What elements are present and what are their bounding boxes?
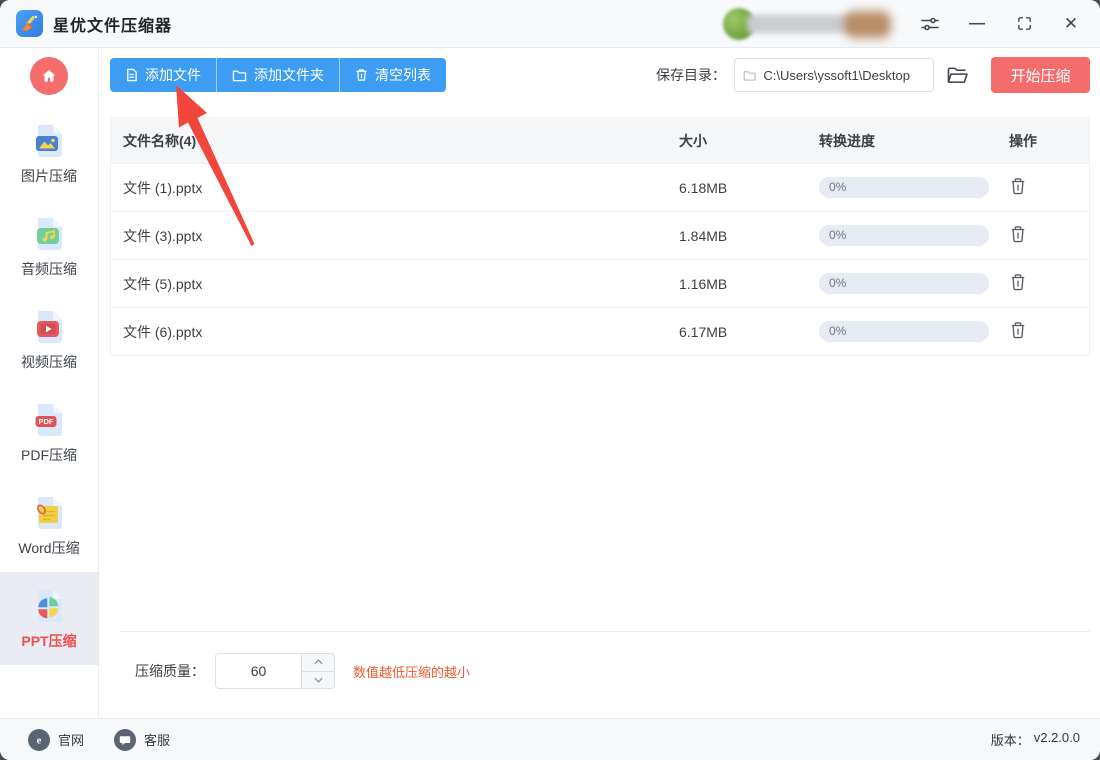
file-name: 文件 (5).pptx xyxy=(123,275,203,292)
pdf-file-icon: PDF xyxy=(35,404,62,436)
sidebar-item-label: PDF压缩 xyxy=(21,447,77,463)
settings-sliders-icon[interactable] xyxy=(919,13,941,35)
table-row: 文件 (1).pptx 6.18MB 0% xyxy=(111,163,1089,211)
sidebar-item-label: 音频压缩 xyxy=(21,261,77,277)
delete-row-icon[interactable] xyxy=(1009,273,1027,291)
file-icon xyxy=(127,68,137,82)
table-row: 文件 (5).pptx 1.16MB 0% xyxy=(111,259,1089,307)
header-progress: 转换进度 xyxy=(819,132,875,149)
home-button[interactable] xyxy=(30,57,68,95)
progress-bar: 0% xyxy=(819,321,989,342)
file-size: 1.16MB xyxy=(679,275,728,292)
delete-row-icon[interactable] xyxy=(1009,177,1027,195)
add-file-label: 添加文件 xyxy=(145,67,201,83)
user-name-blurred xyxy=(747,14,855,33)
file-size: 6.17MB xyxy=(679,323,728,340)
official-site-link[interactable]: e 官网 xyxy=(28,728,85,751)
official-site-label: 官网 xyxy=(58,733,85,748)
footer-bar: e 官网 客服 版本： v2.2.0.0 xyxy=(0,718,1100,760)
support-link[interactable]: 客服 xyxy=(114,728,171,751)
official-site-icon: e xyxy=(28,728,50,751)
app-logo-icon xyxy=(16,10,43,37)
image-file-icon xyxy=(36,125,62,157)
delete-row-icon[interactable] xyxy=(1009,321,1027,339)
sidebar-item-word-compress[interactable]: Word压缩 xyxy=(0,479,98,572)
progress-bar: 0% xyxy=(819,225,989,246)
sidebar-item-label: 视频压缩 xyxy=(21,354,77,370)
trash-icon xyxy=(356,69,367,81)
file-name: 文件 (6).pptx xyxy=(123,323,203,340)
file-table: 文件名称(4) 大小 转换进度 操作 文件 (1).pptx 6.18MB 0%… xyxy=(110,117,1090,356)
version-value: v2.2.0.0 xyxy=(1033,730,1080,745)
file-name: 文件 (1).pptx xyxy=(123,179,203,196)
progress-bar: 0% xyxy=(819,273,989,294)
file-actions-toolbar: 添加文件 添加文件夹 清空列表 xyxy=(110,58,446,92)
svg-text:PDF: PDF xyxy=(39,417,54,426)
chevron-up-icon xyxy=(313,659,323,665)
start-compress-button[interactable]: 开始压缩 xyxy=(991,57,1090,93)
sidebar: 图片压缩 音频压缩 视频压缩 PDF PDF压缩 Word压缩 PPT压缩 xyxy=(0,48,99,718)
file-name: 文件 (3).pptx xyxy=(123,227,203,244)
add-folder-button[interactable]: 添加文件夹 xyxy=(217,58,340,92)
add-file-button[interactable]: 添加文件 xyxy=(110,58,217,92)
table-row: 文件 (6).pptx 6.17MB 0% xyxy=(111,307,1089,355)
sidebar-item-image-compress[interactable]: 图片压缩 xyxy=(0,107,98,200)
sidebar-item-label: 图片压缩 xyxy=(21,168,77,184)
sidebar-item-label: Word压缩 xyxy=(18,540,80,556)
file-size: 1.84MB xyxy=(679,227,728,244)
maximize-icon[interactable] xyxy=(1013,13,1035,35)
quality-label: 压缩质量： xyxy=(135,663,205,679)
save-dir-input[interactable] xyxy=(763,67,925,83)
bottom-divider xyxy=(120,631,1090,632)
support-chat-icon xyxy=(114,728,137,751)
chevron-down-icon xyxy=(313,677,323,683)
ppt-file-icon xyxy=(38,590,62,622)
close-icon[interactable]: ✕ xyxy=(1060,13,1082,35)
title-bar: 星优文件压缩器 — ✕ xyxy=(0,0,1100,48)
table-header: 文件名称(4) 大小 转换进度 操作 xyxy=(111,118,1089,163)
quality-decrease-button[interactable] xyxy=(302,671,334,688)
clear-list-label: 清空列表 xyxy=(375,67,431,83)
progress-bar: 0% xyxy=(819,177,989,198)
quality-input[interactable] xyxy=(216,654,301,688)
sidebar-item-label: PPT压缩 xyxy=(21,633,77,649)
folder-small-icon xyxy=(743,70,756,81)
save-dir-label: 保存目录： xyxy=(656,67,726,83)
quality-stepper xyxy=(215,653,335,689)
support-label: 客服 xyxy=(144,733,171,748)
sidebar-item-audio-compress[interactable]: 音频压缩 xyxy=(0,200,98,293)
delete-row-icon[interactable] xyxy=(1009,225,1027,243)
app-title: 星优文件压缩器 xyxy=(53,17,173,35)
version-text: 版本： v2.2.0.0 xyxy=(991,730,1080,749)
version-label: 版本： xyxy=(990,733,1030,748)
video-file-icon xyxy=(37,311,62,343)
table-row: 文件 (3).pptx 1.84MB 0% xyxy=(111,211,1089,259)
word-file-icon xyxy=(37,497,62,529)
home-icon xyxy=(42,70,56,82)
header-file-name: 文件名称(4) xyxy=(123,132,197,149)
folder-icon xyxy=(232,70,247,81)
quality-setting-row: 压缩质量： 数值越低压缩的越小 xyxy=(135,653,470,689)
user-account-blurred[interactable] xyxy=(723,7,891,41)
header-action: 操作 xyxy=(1009,132,1037,149)
main-content: 添加文件 添加文件夹 清空列表 保存目录： 开始压缩 xyxy=(99,48,1100,718)
save-directory-row: 保存目录： 开始压缩 xyxy=(656,57,1090,93)
sidebar-item-ppt-compress[interactable]: PPT压缩 xyxy=(0,572,98,665)
quality-hint-text: 数值越低压缩的越小 xyxy=(353,664,471,680)
clear-list-button[interactable]: 清空列表 xyxy=(340,58,446,92)
svg-text:e: e xyxy=(37,735,42,746)
audio-file-icon xyxy=(37,218,62,250)
file-size: 6.18MB xyxy=(679,179,728,196)
sidebar-item-pdf-compress[interactable]: PDF PDF压缩 xyxy=(0,386,98,479)
add-folder-label: 添加文件夹 xyxy=(254,67,324,83)
user-badge-blurred xyxy=(845,10,891,38)
header-size: 大小 xyxy=(679,132,707,149)
save-dir-input-wrap xyxy=(734,58,934,92)
app-window: 星优文件压缩器 — ✕ 图片压缩 音频压缩 视频压缩 PDF PDF压缩 Wor… xyxy=(0,0,1100,760)
browse-folder-icon[interactable] xyxy=(946,66,969,85)
sidebar-item-video-compress[interactable]: 视频压缩 xyxy=(0,293,98,386)
quality-increase-button[interactable] xyxy=(302,654,334,672)
minimize-icon[interactable]: — xyxy=(966,13,988,35)
